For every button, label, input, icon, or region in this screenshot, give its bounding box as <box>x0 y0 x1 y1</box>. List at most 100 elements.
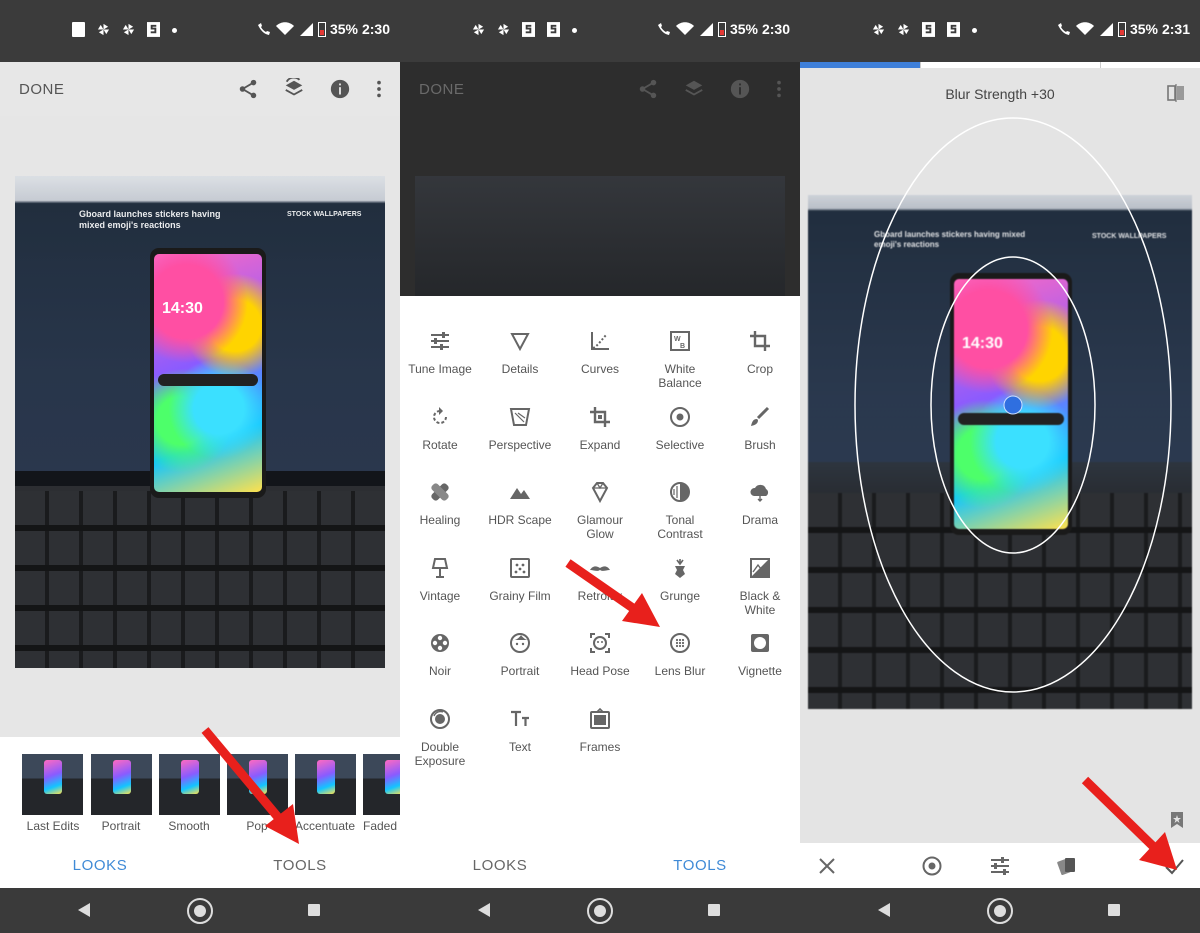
layers-undo-icon <box>685 80 703 96</box>
photo-article-title: Gboard launches stickers having mixed em… <box>79 209 221 230</box>
nav-home-icon[interactable] <box>987 898 1013 924</box>
tool-vintage[interactable]: Vintage <box>400 556 480 603</box>
dimmed-photo <box>415 176 785 296</box>
tool-healing[interactable]: Healing <box>400 480 480 527</box>
cancel-close-icon[interactable] <box>816 855 838 877</box>
tool-frames[interactable]: Frames <box>560 707 640 754</box>
wifi-icon <box>675 22 694 35</box>
tool-label: Perspective <box>488 438 552 452</box>
styles-cards-icon[interactable] <box>1056 855 1078 877</box>
tool-brush[interactable]: Brush <box>720 405 800 452</box>
done-button[interactable]: DONE <box>19 81 64 98</box>
double-exposure-icon <box>430 709 450 729</box>
nav-back-icon[interactable] <box>478 903 490 917</box>
diamond-icon <box>591 482 609 504</box>
tool-grainy-film[interactable]: Grainy Film <box>480 556 560 603</box>
tool-hdr-scape[interactable]: HDR Scape <box>480 480 560 527</box>
tool-grunge[interactable]: Grunge <box>640 556 720 603</box>
tool-label: Vintage <box>419 589 461 603</box>
details-triangle-icon <box>510 333 530 352</box>
tool-label: Tonal Contrast <box>657 513 703 541</box>
tool-label: Healing <box>419 513 461 527</box>
tool-label: Drama <box>741 513 778 527</box>
tool-head-pose[interactable]: Head Pose <box>560 631 640 678</box>
tool-glamour-glow[interactable]: Glamour Glow <box>560 480 640 541</box>
bottom-tab-bar: LOOKS TOOLS <box>0 843 400 888</box>
tool-lens-blur[interactable]: Lens Blur <box>640 631 720 678</box>
tool-retrolux[interactable]: Retrolux <box>560 556 640 603</box>
tool-rotate[interactable]: Rotate <box>400 405 480 452</box>
blur-focus-overlay[interactable] <box>800 0 1200 933</box>
lte-signal-icon <box>299 23 313 36</box>
tool-label: Curves <box>580 362 619 376</box>
layers-undo-icon[interactable] <box>283 78 305 100</box>
tab-tools[interactable]: TOOLS <box>600 857 800 874</box>
nav-home-icon[interactable] <box>187 898 213 924</box>
tool-portrait[interactable]: Portrait <box>480 631 560 678</box>
photo-sidebar-heading: STOCK WALLPAPERS <box>287 211 362 218</box>
adjust-sliders-icon[interactable] <box>989 855 1011 877</box>
nav-back-icon[interactable] <box>878 903 890 917</box>
tool-vignette[interactable]: Vignette <box>720 631 800 678</box>
tool-perspective[interactable]: Perspective <box>480 405 560 452</box>
more-vert-icon[interactable] <box>368 78 390 100</box>
tool-crop[interactable]: Crop <box>720 329 800 376</box>
tool-selective[interactable]: Selective <box>640 405 720 452</box>
nav-back-icon[interactable] <box>78 903 90 917</box>
status-bar: 35% 2:30 <box>400 0 800 62</box>
look-thumb-smooth[interactable] <box>159 754 220 815</box>
look-thumb-portrait[interactable] <box>91 754 152 815</box>
apply-check-icon[interactable] <box>1163 855 1185 877</box>
blur-shape-icon[interactable] <box>921 855 943 877</box>
head-pose-icon <box>590 633 610 653</box>
clock: 2:30 <box>761 21 790 37</box>
look-label: Portrait <box>101 819 141 833</box>
look-thumb-faded-glow[interactable] <box>363 754 400 815</box>
dimmed-editor-background: DONE <box>400 62 800 296</box>
svg-text:B: B <box>680 343 685 350</box>
white-balance-icon: WB <box>670 331 690 351</box>
nav-recents-icon[interactable] <box>708 904 720 916</box>
tool-tonal-contrast[interactable]: Tonal Contrast <box>640 480 720 541</box>
tool-curves[interactable]: Curves <box>560 329 640 376</box>
tool-label: Double Exposure <box>414 740 466 768</box>
info-icon[interactable] <box>329 78 351 100</box>
bookmark-icon[interactable] <box>1171 812 1183 828</box>
pinwheel-notification-icon <box>497 23 510 36</box>
tool-double-exposure[interactable]: Double Exposure <box>400 707 480 768</box>
more-notifications-dot <box>572 28 577 33</box>
nav-home-icon[interactable] <box>587 898 613 924</box>
tab-tools[interactable]: TOOLS <box>200 857 400 874</box>
edit-action-bar <box>800 843 1200 888</box>
tab-looks[interactable]: LOOKS <box>400 857 600 874</box>
wifi-call-icon <box>257 23 270 35</box>
tool-details[interactable]: Details <box>480 329 560 376</box>
share-icon[interactable] <box>237 78 259 100</box>
tool-label: Selective <box>655 438 705 452</box>
tool-label: Details <box>501 362 539 376</box>
lens-blur-icon <box>670 633 690 653</box>
look-thumb-pop[interactable] <box>227 754 288 815</box>
tool-label: Expand <box>579 438 621 452</box>
look-thumb-last-edits[interactable] <box>22 754 83 815</box>
tool-expand[interactable]: Expand <box>560 405 640 452</box>
info-icon <box>730 79 750 99</box>
tool-drama[interactable]: Drama <box>720 480 800 527</box>
tool-label: Vignette <box>738 664 782 678</box>
photo-preview[interactable]: Gboard launches stickers having mixed em… <box>15 176 385 668</box>
tool-tune-image[interactable]: Tune Image <box>400 329 480 376</box>
s-notification-icon <box>147 22 160 37</box>
tool-white-balance[interactable]: W B White Balance <box>640 329 720 390</box>
nav-recents-icon[interactable] <box>1108 904 1120 916</box>
top-app-bar: DONE <box>0 62 400 116</box>
s-notification-icon <box>522 22 535 37</box>
tab-looks[interactable]: LOOKS <box>0 857 200 874</box>
look-thumb-accentuate[interactable] <box>295 754 356 815</box>
tool-noir[interactable]: Noir <box>400 631 480 678</box>
brush-icon <box>751 406 770 426</box>
tool-black-white[interactable]: Black & White <box>720 556 800 617</box>
photo-keyboard <box>15 490 385 668</box>
tool-label: Lens Blur <box>654 664 706 678</box>
tool-text[interactable]: Text <box>480 707 560 754</box>
nav-recents-icon[interactable] <box>308 904 320 916</box>
